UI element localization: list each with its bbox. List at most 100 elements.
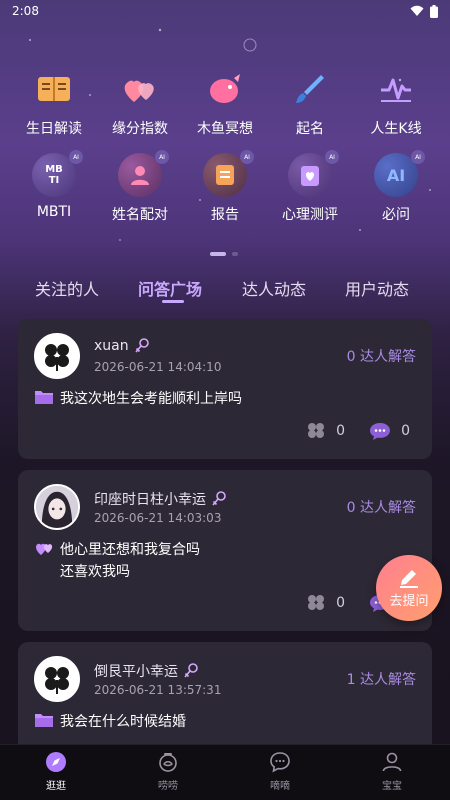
nav-label: 唠唠 <box>158 781 178 792</box>
avatar[interactable] <box>34 484 80 530</box>
nav-label: 宝宝 <box>382 781 402 792</box>
question-row: 我会在什么时候结婚 <box>34 711 186 733</box>
question-row: 我这次地生会考能顺利上岸吗 <box>34 388 242 410</box>
question-text: 我这次地生会考能顺利上岸吗 <box>60 391 242 407</box>
nav-label: 逛逛 <box>46 781 66 792</box>
feature-row-2: MB TI AI MBTI AI 姓名配对 AI 报告 AI 心理测评 AI A… <box>0 150 450 224</box>
feature-label: 心理测评 <box>282 207 338 223</box>
profile-icon <box>382 752 402 772</box>
clover-like-icon[interactable] <box>306 421 326 441</box>
report-icon-wrap: AI <box>202 150 254 198</box>
feature-report[interactable]: AI 报告 <box>182 150 268 224</box>
clover-icon <box>45 344 69 371</box>
post-time: 2026-06-21 14:03:03 <box>94 511 222 525</box>
clipboard-heart-icon-wrap: AI <box>287 150 339 198</box>
nav-label: 嘀嘀 <box>270 781 290 792</box>
expert-answer-count[interactable]: 0 达人解答 <box>347 497 416 517</box>
comment-count: 0 <box>401 423 410 439</box>
user-name-row: xuan <box>94 338 149 354</box>
ai-badge: AI <box>325 150 339 164</box>
feature-birthday[interactable]: 生日解读 <box>11 66 97 138</box>
tab-following[interactable]: 关注的人 <box>35 276 99 300</box>
hearts-emoji-icon <box>36 543 53 555</box>
user-name: xuan <box>94 338 129 354</box>
post-time: 2026-06-21 13:57:31 <box>94 683 222 697</box>
expert-answer-count[interactable]: 1 达人解答 <box>347 669 416 689</box>
female-icon <box>135 338 149 353</box>
person-pair-icon-wrap: AI <box>117 150 169 198</box>
user-name: 倒艮平小幸运 <box>94 664 178 680</box>
clover-like-icon[interactable] <box>306 593 326 613</box>
feature-mbti[interactable]: MB TI AI MBTI <box>11 150 97 224</box>
post-card[interactable]: 印座时日柱小幸运 2026-06-21 14:03:03 0 达人解答 他心里还… <box>18 470 432 631</box>
feature-label: MBTI <box>36 204 72 220</box>
pager-dot <box>232 252 238 256</box>
chat-bubble-icon <box>270 752 290 773</box>
feature-must-ask[interactable]: AI AI 必问 <box>353 150 439 224</box>
like-count: 0 <box>336 423 346 439</box>
feature-meditation[interactable]: 木鱼冥想 <box>182 66 268 138</box>
user-name-row: 倒艮平小幸运 <box>94 661 198 681</box>
nav-messages[interactable]: 嘀嘀 <box>224 751 336 792</box>
feature-label: 缘分指数 <box>112 121 168 137</box>
feature-label: 人生K线 <box>370 121 422 137</box>
folder-icon <box>35 391 53 404</box>
nav-explore[interactable]: 逛逛 <box>0 751 112 792</box>
tab-bar: 关注的人 问答广场 达人动态 用户动态 <box>0 276 450 312</box>
tab-user-feed[interactable]: 用户动态 <box>345 276 409 300</box>
status-time: 2:08 <box>12 4 39 18</box>
post-card[interactable]: xuan 2026-06-21 14:04:10 0 达人解答 我这次地生会考能… <box>18 319 432 459</box>
female-icon <box>212 491 226 506</box>
feature-label: 起名 <box>296 121 324 137</box>
feature-row-1: 生日解读 缘分指数 木鱼冥想 起名 人生K线 <box>0 66 450 138</box>
ask-question-button[interactable]: 去提问 <box>376 555 442 621</box>
feature-naming[interactable]: 起名 <box>267 66 353 138</box>
avatar[interactable] <box>34 333 80 379</box>
feature-life-kline[interactable]: 人生K线 <box>353 66 439 138</box>
feature-compatibility[interactable]: 缘分指数 <box>97 66 183 138</box>
ai-badge: AI <box>155 150 169 164</box>
tab-indicator <box>162 300 184 303</box>
nav-chat-room[interactable]: 唠唠 <box>112 751 224 792</box>
fishbowl-icon <box>159 753 177 772</box>
post-time: 2026-06-21 14:04:10 <box>94 360 222 374</box>
tab-qa-square[interactable]: 问答广场 <box>138 276 202 300</box>
wooden-fish-icon <box>202 66 248 112</box>
avatar[interactable] <box>34 656 80 702</box>
brush-icon <box>287 66 333 112</box>
fab-label: 去提问 <box>389 593 429 609</box>
bottom-nav: 逛逛 唠唠 嘀嘀 宝宝 <box>0 744 450 800</box>
ai-chat-icon-glyph: AI <box>386 165 406 185</box>
battery-icon <box>430 4 438 18</box>
clover-icon <box>45 667 69 694</box>
feature-label: 姓名配对 <box>112 207 168 223</box>
mbti-icon-glyph: MB TI <box>45 164 63 186</box>
ai-chat-icon-wrap: AI AI <box>373 150 425 198</box>
feature-label: 木鱼冥想 <box>197 121 253 137</box>
tab-expert-feed[interactable]: 达人动态 <box>242 276 306 300</box>
like-count: 0 <box>336 595 346 611</box>
compass-icon <box>46 752 66 772</box>
wifi-icon <box>410 5 424 16</box>
expert-answer-count[interactable]: 0 达人解答 <box>347 346 416 366</box>
anime-girl-avatar <box>36 486 78 528</box>
nav-profile[interactable]: 宝宝 <box>336 751 448 792</box>
pencil-icon <box>400 569 418 588</box>
feature-label: 必问 <box>382 207 410 223</box>
ai-badge: AI <box>411 150 425 164</box>
hearts-icon <box>117 66 163 112</box>
feature-name-pair[interactable]: AI 姓名配对 <box>97 150 183 224</box>
pager-dot-active <box>210 252 226 256</box>
feature-label: 报告 <box>211 207 239 223</box>
folder-icon <box>35 714 53 727</box>
pulse-line-icon <box>373 66 419 112</box>
question-row: 他心里还想和我复合吗 还喜欢我吗 <box>34 539 200 583</box>
feature-psych-test[interactable]: AI 心理测评 <box>267 150 353 224</box>
comment-icon[interactable] <box>369 421 391 441</box>
question-text: 我会在什么时候结婚 <box>60 714 186 730</box>
pager-dots <box>210 252 238 256</box>
user-name-row: 印座时日柱小幸运 <box>94 489 226 509</box>
female-icon <box>184 663 198 678</box>
ai-badge: AI <box>69 150 83 164</box>
question-text: 他心里还想和我复合吗 还喜欢我吗 <box>60 542 200 580</box>
